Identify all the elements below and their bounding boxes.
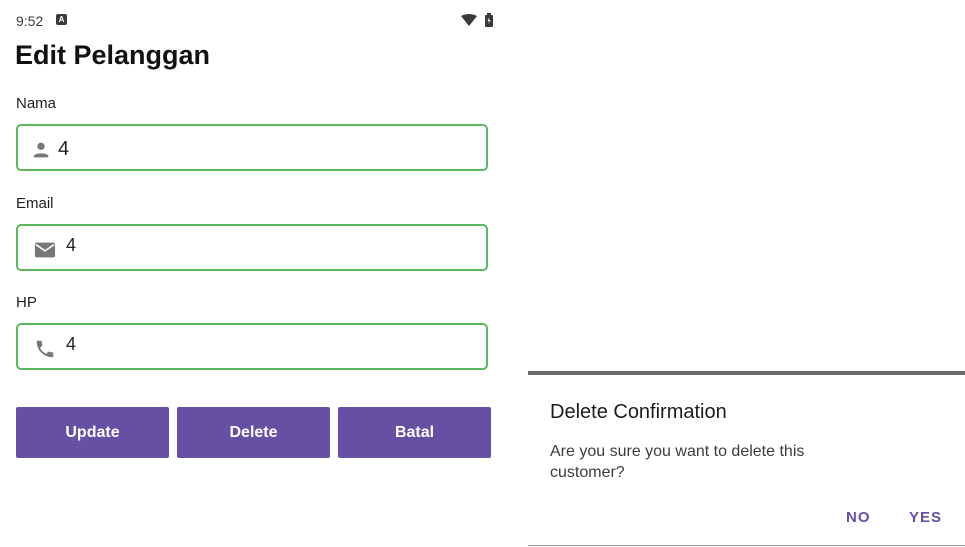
dialog-bottom-divider [528,545,965,546]
dialog-yes-button[interactable]: YES [909,509,942,526]
dialog-message: Are you sure you want to delete this cus… [550,443,805,481]
dialog-title: Delete Confirmation [550,401,727,423]
a-icon: A [56,14,67,25]
cancel-button[interactable]: Batal [338,407,491,458]
battery-icon [485,13,493,27]
email-input[interactable]: 4 [16,224,488,271]
nama-input[interactable]: 4 [16,124,488,171]
status-bar: 9:52 A [0,0,505,40]
dialog-top-divider [528,371,965,375]
delete-dialog: Delete Confirmation Are you sure you wan… [528,371,965,547]
hp-input[interactable]: 4 [16,323,488,370]
nama-value: 4 [58,138,70,160]
update-button[interactable]: Update [16,407,169,458]
delete-button[interactable]: Delete [177,407,330,458]
hp-label: HP [16,294,37,311]
nama-label: Nama [16,95,57,112]
hp-value: 4 [66,334,77,354]
status-time: 9:52 [16,13,44,29]
email-icon [34,242,56,258]
email-label: Email [16,195,54,212]
dialog-no-button[interactable]: NO [846,509,871,526]
wifi-icon [461,14,477,26]
phone-icon [36,340,54,358]
person-icon [33,142,49,158]
email-value: 4 [66,235,77,255]
page-title: Edit Pelanggan [15,40,211,70]
